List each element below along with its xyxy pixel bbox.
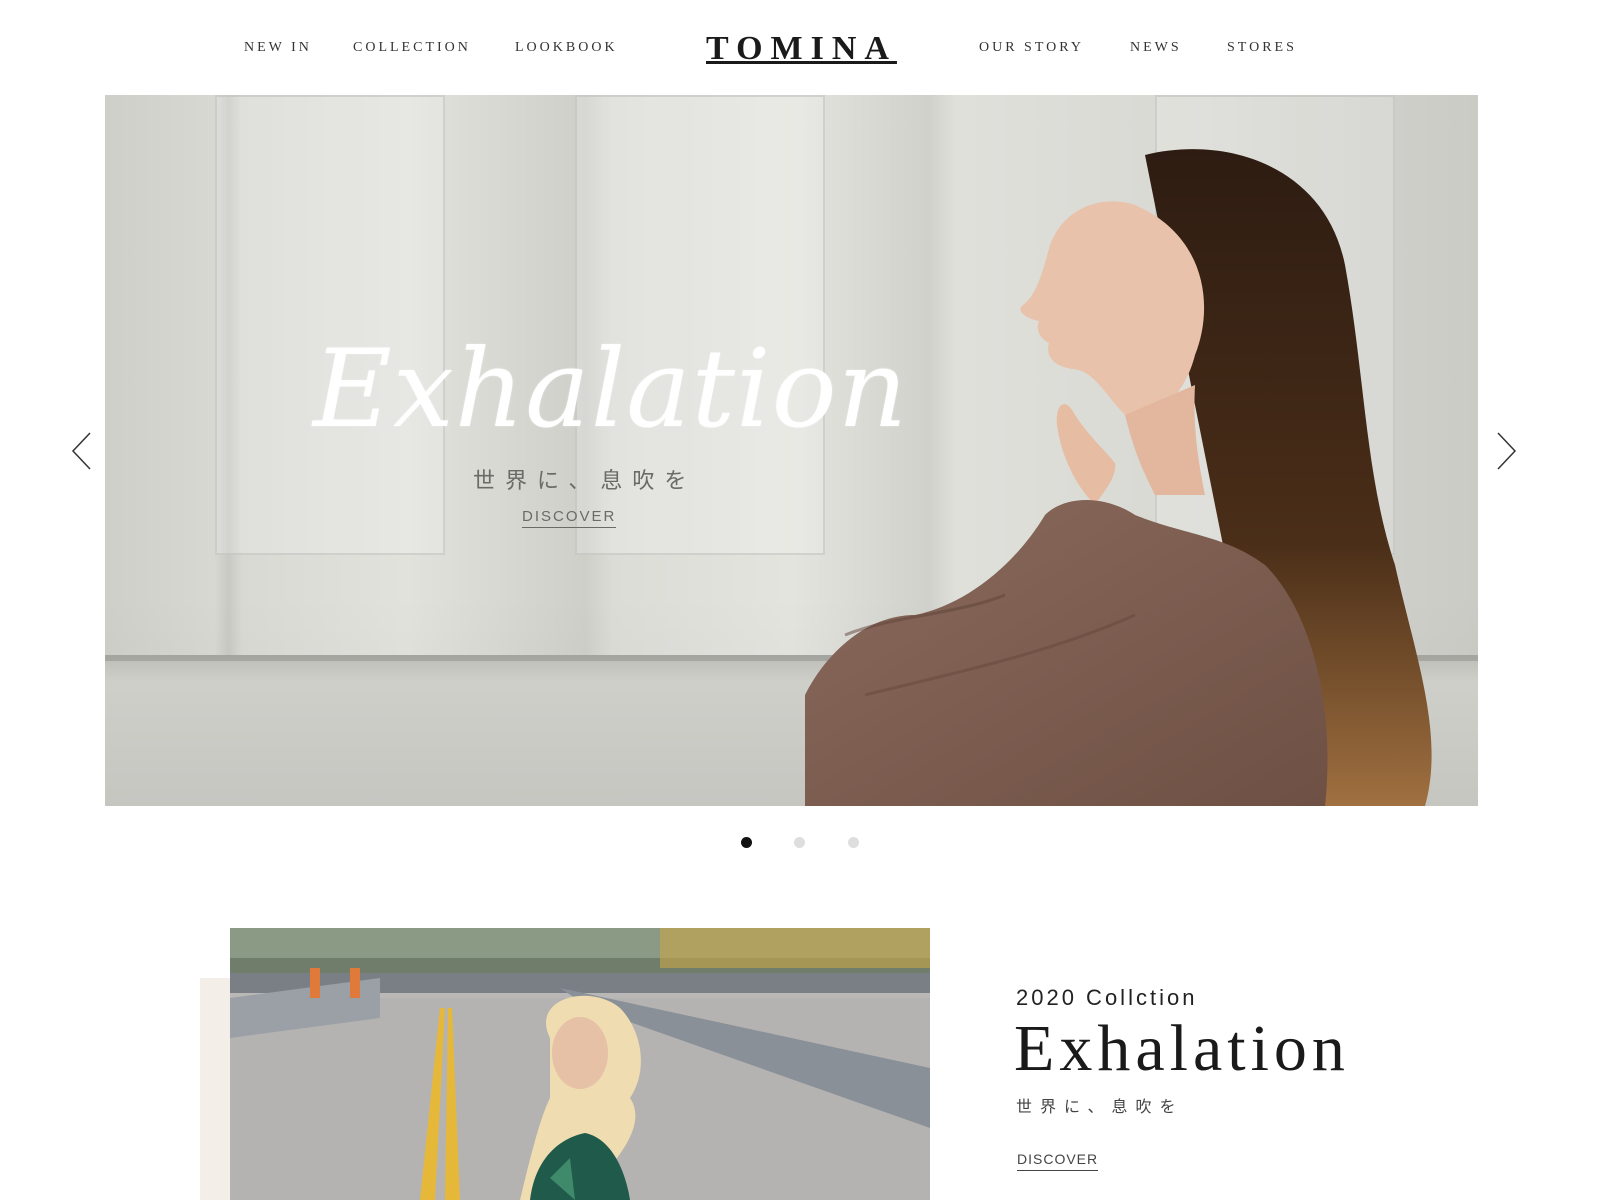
hero-script-title: Exhalation bbox=[313, 327, 909, 452]
site-header: NEW IN COLLECTION LOOKBOOK TOMINA OUR ST… bbox=[0, 0, 1600, 95]
collection-subtitle: 世界に、息吹を bbox=[1016, 1097, 1184, 1116]
nav-new-in[interactable]: NEW IN bbox=[244, 40, 312, 56]
nav-our-story[interactable]: OUR STORY bbox=[979, 40, 1084, 56]
collection-photo-scene bbox=[230, 928, 930, 1200]
nav-lookbook[interactable]: LOOKBOOK bbox=[515, 40, 618, 56]
background-wall-panel bbox=[215, 95, 445, 555]
chevron-left-icon bbox=[71, 432, 91, 470]
hero-discover-link[interactable]: DISCOVER bbox=[522, 508, 617, 528]
collection-feature-photo[interactable] bbox=[230, 928, 930, 1200]
collection-year-label: 2020 Collction bbox=[1016, 985, 1198, 1010]
hero-slider: Exhalation 世界に、息吹を DISCOVER bbox=[105, 95, 1478, 806]
collection-discover-link[interactable]: DISCOVER bbox=[1017, 1151, 1099, 1171]
site-logo[interactable]: TOMINA bbox=[706, 30, 897, 68]
slider-dot-3[interactable] bbox=[848, 837, 859, 848]
nav-stores[interactable]: STORES bbox=[1227, 40, 1297, 56]
nav-news[interactable]: NEWS bbox=[1130, 40, 1182, 56]
slider-dot-1[interactable] bbox=[741, 837, 752, 848]
hero-subtitle: 世界に、息吹を bbox=[473, 469, 697, 494]
nav-collection[interactable]: COLLECTION bbox=[353, 40, 471, 56]
slider-pagination bbox=[0, 837, 1600, 851]
prev-slide-button[interactable] bbox=[70, 430, 100, 472]
collection-title: Exhalation bbox=[1014, 1012, 1350, 1085]
chevron-right-icon bbox=[1497, 432, 1517, 470]
next-slide-button[interactable] bbox=[1488, 430, 1518, 472]
slider-dot-2[interactable] bbox=[794, 837, 805, 848]
